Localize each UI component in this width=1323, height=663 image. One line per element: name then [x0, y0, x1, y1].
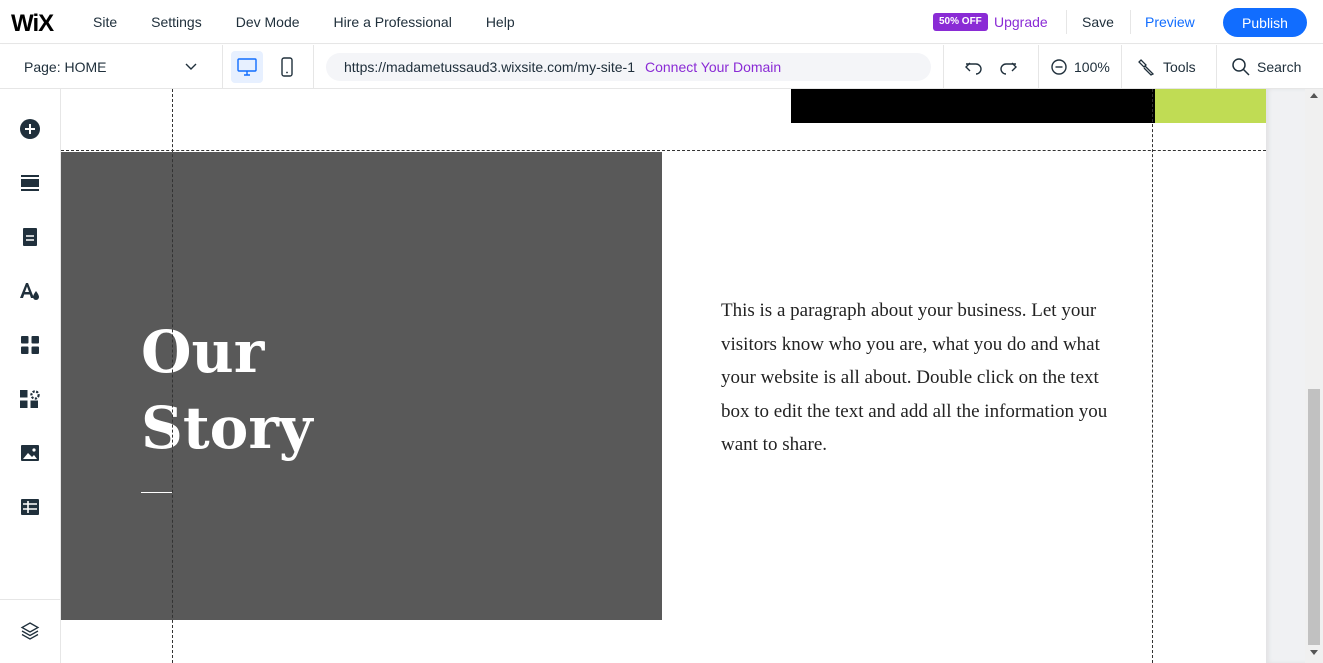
redo-button[interactable] — [997, 45, 1025, 89]
menu-help[interactable]: Help — [486, 14, 515, 30]
divider — [1216, 45, 1217, 89]
page-selector-label: Page: HOME — [24, 59, 107, 75]
top-bar: WiX Site Settings Dev Mode Hire a Profes… — [0, 0, 1323, 44]
site-design-button[interactable] — [18, 279, 42, 303]
business-paragraph[interactable]: This is a paragraph about your business.… — [721, 294, 1131, 462]
media-icon — [21, 445, 39, 461]
add-section-button[interactable] — [18, 171, 42, 195]
divider — [0, 599, 61, 600]
menu-site[interactable]: Site — [93, 14, 117, 30]
tools-label: Tools — [1163, 59, 1196, 75]
add-elements-button[interactable] — [18, 117, 42, 141]
header-black-strip[interactable] — [791, 89, 1155, 123]
zoom-level: 100% — [1074, 59, 1110, 75]
menu-settings[interactable]: Settings — [151, 14, 202, 30]
business-apps-button[interactable] — [18, 387, 42, 411]
tools-button[interactable]: Tools — [1137, 45, 1196, 89]
connect-domain-link[interactable]: Connect Your Domain — [645, 59, 781, 75]
scroll-up-arrow-icon[interactable] — [1310, 93, 1318, 98]
sale-badge[interactable]: 50% OFF — [933, 13, 988, 31]
mobile-icon — [281, 57, 293, 77]
desktop-icon — [237, 58, 257, 76]
editor-toolbar: Page: HOME https://madametussaud3.wixsit… — [0, 45, 1323, 89]
site-url-bar[interactable]: https://madametussaud3.wixsite.com/my-si… — [326, 53, 931, 81]
tools-icon — [1138, 59, 1155, 76]
top-menu: Site Settings Dev Mode Hire a Profession… — [93, 0, 549, 44]
gridline-right — [1152, 89, 1153, 663]
divider — [943, 45, 944, 89]
editor-canvas[interactable]: Our Story This is a paragraph about your… — [61, 89, 1266, 663]
divider — [1066, 10, 1067, 34]
divider — [1121, 45, 1122, 89]
add-icon — [20, 119, 40, 139]
divider — [1038, 45, 1039, 89]
layers-button[interactable] — [18, 619, 42, 643]
media-button[interactable] — [18, 441, 42, 465]
scroll-down-arrow-icon[interactable] — [1310, 650, 1318, 655]
left-sidebar — [0, 89, 61, 663]
cms-icon — [21, 499, 39, 515]
story-title-line: Our — [141, 318, 265, 386]
undo-icon — [965, 62, 982, 75]
decorative-line — [141, 492, 172, 493]
gridline-left — [172, 89, 173, 663]
menu-dev-mode[interactable]: Dev Mode — [236, 14, 300, 30]
theme-icon — [20, 283, 39, 300]
upgrade-link[interactable]: Upgrade — [994, 14, 1048, 30]
chevron-down-icon — [185, 63, 197, 70]
menu-hire-professional[interactable]: Hire a Professional — [334, 14, 452, 30]
apps-icon — [21, 336, 39, 354]
layers-icon — [20, 622, 40, 640]
zoom-out-icon — [1051, 59, 1067, 75]
preview-button[interactable]: Preview — [1145, 14, 1195, 30]
zoom-control[interactable]: 100% — [1050, 45, 1110, 89]
search-button[interactable]: Search — [1231, 45, 1301, 89]
story-image-panel[interactable]: Our Story — [61, 152, 662, 620]
cms-button[interactable] — [18, 495, 42, 519]
redo-icon — [1000, 62, 1017, 75]
sections-icon — [21, 175, 39, 191]
pages-button[interactable] — [18, 225, 42, 249]
divider — [313, 45, 314, 89]
scrollbar-thumb[interactable] — [1308, 389, 1320, 645]
pages-icon — [23, 228, 37, 246]
divider — [1130, 10, 1131, 34]
mobile-view-button[interactable] — [271, 51, 303, 83]
story-title[interactable]: Our Story — [141, 314, 313, 466]
story-title-line: Story — [141, 394, 313, 462]
search-label: Search — [1257, 59, 1302, 75]
page-selector[interactable]: Page: HOME — [0, 45, 223, 89]
add-apps-button[interactable] — [18, 333, 42, 357]
header-green-strip[interactable] — [1155, 89, 1266, 123]
business-apps-icon — [20, 390, 40, 408]
save-button[interactable]: Save — [1082, 14, 1114, 30]
section-guide-line — [61, 150, 1266, 151]
publish-button[interactable]: Publish — [1223, 8, 1307, 37]
desktop-view-button[interactable] — [231, 51, 263, 83]
site-url: https://madametussaud3.wixsite.com/my-si… — [344, 59, 635, 75]
undo-button[interactable] — [963, 45, 991, 89]
wix-logo[interactable]: WiX — [11, 10, 54, 38]
search-icon — [1232, 58, 1250, 76]
